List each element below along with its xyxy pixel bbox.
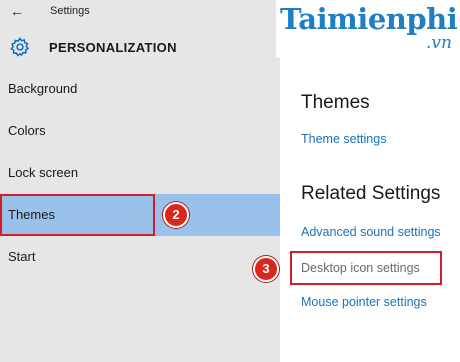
sidebar-item-label: Start [8, 249, 36, 264]
sidebar: ← Settings PERSONALIZATION Background Co… [0, 0, 280, 362]
sidebar-item-start[interactable]: Start [0, 236, 280, 278]
themes-heading: Themes [301, 92, 370, 113]
annotation-box-desktop-icon-settings [290, 251, 442, 285]
logo-brand: Taimienphi [280, 2, 458, 36]
gear-icon [10, 36, 30, 57]
step-2-badge: 2 [163, 202, 189, 228]
sidebar-item-label: Lock screen [8, 165, 79, 180]
sidebar-item-colors[interactable]: Colors [0, 110, 280, 152]
theme-settings-link[interactable]: Theme settings [301, 132, 386, 146]
title-bar: ← Settings [0, 0, 280, 24]
related-settings-heading: Related Settings [301, 183, 441, 204]
watermark-logo: Taimienphi .vn [276, 0, 460, 58]
step-3-badge: 3 [253, 256, 279, 282]
back-arrow-icon[interactable]: ← [10, 3, 24, 19]
page-header: PERSONALIZATION [0, 32, 280, 62]
page-title: PERSONALIZATION [49, 40, 177, 55]
sidebar-item-label: Colors [8, 123, 46, 138]
advanced-sound-settings-link[interactable]: Advanced sound settings [301, 225, 441, 239]
mouse-pointer-settings-link[interactable]: Mouse pointer settings [301, 295, 427, 309]
sidebar-item-background[interactable]: Background [0, 68, 280, 110]
sidebar-item-lock-screen[interactable]: Lock screen [0, 152, 280, 194]
window-title: Settings [50, 5, 90, 17]
logo-domain: .vn [426, 33, 452, 53]
annotation-box-themes [0, 194, 155, 236]
sidebar-item-label: Background [8, 81, 78, 96]
